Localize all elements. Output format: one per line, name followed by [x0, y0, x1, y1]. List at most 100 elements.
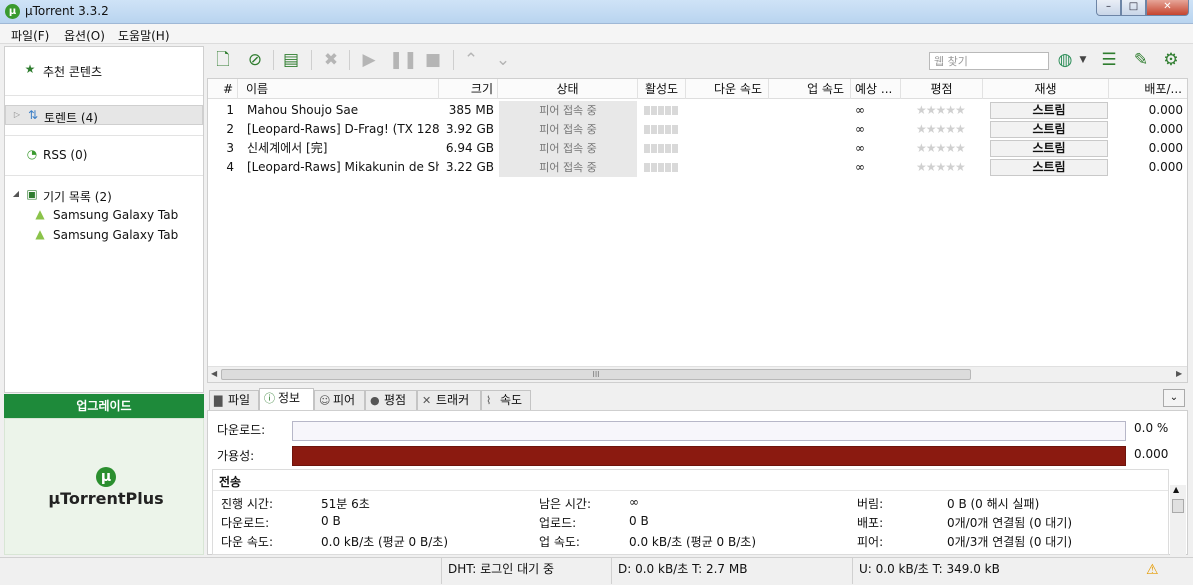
rating-stars-icon[interactable]: ★★★★★: [916, 101, 982, 120]
scroll-left-arrow-icon[interactable]: ◀: [211, 369, 217, 378]
table-row[interactable]: 3 신세계에서 [完] 6.94 GB 피어 접속 중 ∞ ★★★★★ 스트림 0.000: [208, 139, 1187, 158]
column-header-size[interactable]: 크기: [439, 79, 498, 99]
sidebar-item-torrents[interactable]: ▷ ⇅ 토렌트 (4): [5, 105, 203, 125]
tab-speed[interactable]: ⌇ 속도: [481, 390, 531, 410]
torrent-name: 신세계에서 [完]: [247, 141, 328, 155]
stop-icon[interactable]: ■: [421, 49, 445, 71]
search-input[interactable]: [929, 52, 1049, 70]
start-icon[interactable]: ▶: [357, 49, 381, 71]
sidebar-item-label: RSS (0): [43, 148, 88, 162]
tab-peers[interactable]: ☺ 피어: [314, 390, 365, 410]
utorrent-plus-logo: µ µTorrentPlus: [31, 467, 181, 508]
settings-gear-icon[interactable]: ⚙: [1159, 49, 1183, 71]
horizontal-scrollbar[interactable]: ◀ III ▶: [208, 366, 1187, 382]
health-bars-icon: [644, 120, 684, 139]
column-header-rating[interactable]: 평점: [901, 79, 983, 99]
sidebar-item-featured[interactable]: ★ 추천 콘텐츠: [5, 60, 203, 80]
sidebar-item-rss[interactable]: ◔ RSS (0): [5, 145, 203, 165]
scroll-right-arrow-icon[interactable]: ▶: [1176, 369, 1182, 378]
availability-bar: [292, 446, 1126, 466]
column-header-eta[interactable]: 예상 ...: [851, 79, 901, 99]
uploaded-label: 업로드:: [539, 516, 577, 530]
table-row[interactable]: 4 [Leopard-Raws] Mikakunin de Shi... 3.22 …: [208, 158, 1187, 177]
column-header-status[interactable]: 상태: [498, 79, 638, 99]
scroll-up-arrow-icon[interactable]: ▲: [1173, 485, 1179, 494]
create-torrent-icon[interactable]: ▤: [279, 49, 303, 71]
add-torrent-icon[interactable]: 🗋: [211, 49, 235, 71]
add-link-icon[interactable]: ⊘: [243, 49, 267, 71]
rating-stars-icon[interactable]: ★★★★★: [916, 120, 982, 139]
tab-info[interactable]: ⓘ 정보: [259, 388, 314, 410]
move-down-icon[interactable]: ⌄: [491, 49, 515, 71]
scrollbar-thumb[interactable]: [1172, 499, 1184, 513]
dht-status: DHT: 로그인 대기 중: [441, 558, 611, 584]
tab-label: 파일: [228, 393, 251, 407]
remove-icon[interactable]: ✖: [319, 49, 343, 71]
tab-files[interactable]: ▇ 파일: [209, 390, 259, 410]
device-label: Samsung Galaxy Tab: [53, 208, 179, 222]
tracker-icon: ✕: [422, 394, 432, 407]
maximize-button[interactable]: □: [1121, 0, 1146, 16]
rating-stars-icon[interactable]: ★★★★★: [916, 158, 982, 177]
pause-icon[interactable]: ❚❚: [389, 49, 418, 71]
collapse-panel-chevron-icon[interactable]: ⌄: [1163, 389, 1185, 407]
torrent-ratio: 0.000: [1148, 160, 1183, 174]
table-row[interactable]: 2 [Leopard-Raws] D-Frag! (TX 1280... 3.92 …: [208, 120, 1187, 139]
table-row[interactable]: 1 Mahou Shoujo Sae 385 MB 피어 접속 중 ∞ ★★★★★ 스트림 0…: [208, 101, 1187, 120]
utorrent-logo-icon: µ: [5, 4, 20, 19]
torrents-icon: ⇅: [27, 108, 39, 122]
torrent-ratio: 0.000: [1148, 141, 1183, 155]
peers-value: 0개/3개 연결됨 (0 대기): [947, 535, 1073, 549]
vertical-scrollbar[interactable]: ▲: [1170, 485, 1186, 555]
upgrade-button[interactable]: 업그레이드: [4, 394, 204, 418]
info-icon: ⓘ: [264, 392, 275, 405]
close-button[interactable]: ✕: [1146, 0, 1189, 16]
torrent-name: [Leopard-Raws] Mikakunin de Shi...: [247, 160, 439, 174]
download-speed-value: 0.0 kB/초 (평균 0 B/초): [321, 535, 449, 549]
remote-icon[interactable]: ✎: [1129, 49, 1153, 71]
column-header-number[interactable]: #: [208, 79, 238, 99]
sidebar-item-label: 추천 콘텐츠: [43, 65, 103, 79]
sidebar-item-device[interactable]: ▲ Samsung Galaxy Tab: [5, 205, 203, 225]
expand-arrow-icon[interactable]: ▷: [10, 108, 24, 122]
column-header-play[interactable]: 재생: [983, 79, 1109, 99]
column-header-upload-speed[interactable]: 업 속도: [769, 79, 851, 99]
row-number: 4: [226, 160, 234, 174]
move-up-icon[interactable]: ⌃: [459, 49, 483, 71]
status-bar: DHT: 로그인 대기 중 D: 0.0 kB/초 T: 2.7 MB U: 0…: [0, 557, 1193, 585]
scrollbar-thumb[interactable]: III: [221, 369, 971, 380]
collapse-arrow-icon[interactable]: ◢: [9, 187, 23, 201]
column-header-health[interactable]: 활성도: [638, 79, 686, 99]
stream-button[interactable]: 스트림: [990, 121, 1108, 138]
rating-stars-icon[interactable]: ★★★★★: [916, 139, 982, 158]
tab-trackers[interactable]: ✕ 트래커: [417, 390, 481, 410]
row-number: 3: [226, 141, 234, 155]
menu-file[interactable]: 파일(F): [11, 27, 49, 44]
warning-icon[interactable]: ⚠: [1146, 562, 1159, 578]
peers-label: 피어:: [857, 535, 884, 549]
availability-value: 0.000: [1134, 447, 1169, 461]
globe-icon[interactable]: ◍: [1053, 49, 1077, 71]
torrent-status: 피어 접속 중: [499, 139, 637, 158]
upload-speed-value: 0.0 kB/초 (평균 0 B/초): [629, 535, 757, 549]
column-header-name[interactable]: 이름: [238, 79, 439, 99]
menu-options[interactable]: 옵션(O): [64, 27, 105, 44]
search-provider-dropdown-icon[interactable]: ▼: [1077, 49, 1089, 71]
column-header-download-speed[interactable]: 다운 속도: [686, 79, 769, 99]
sidebar-item-devices[interactable]: ◢ ▣ 기기 목록 (2): [5, 185, 203, 205]
torrent-list: # 이름 크기 상태 활성도 다운 속도 업 속도 예상 ... 평점 재생 배…: [207, 78, 1188, 383]
rss-icon: ◔: [26, 147, 38, 161]
column-header-ratio[interactable]: 배포/...: [1109, 79, 1187, 99]
stream-button[interactable]: 스트림: [990, 159, 1108, 176]
stream-button[interactable]: 스트림: [990, 102, 1108, 119]
sidebar-item-device[interactable]: ▲ Samsung Galaxy Tab: [5, 225, 203, 245]
minimize-button[interactable]: –: [1096, 0, 1121, 16]
peers-icon: ☺: [319, 394, 331, 407]
utorrent-plus-ad[interactable]: µ µTorrentPlus: [4, 418, 204, 555]
menu-help[interactable]: 도움말(H): [118, 27, 170, 44]
window-title: µTorrent 3.3.2: [25, 4, 109, 18]
row-number: 2: [226, 122, 234, 136]
stream-button[interactable]: 스트림: [990, 140, 1108, 157]
list-view-icon[interactable]: ☰: [1097, 49, 1121, 71]
tab-ratings[interactable]: ● 평점: [365, 390, 417, 410]
